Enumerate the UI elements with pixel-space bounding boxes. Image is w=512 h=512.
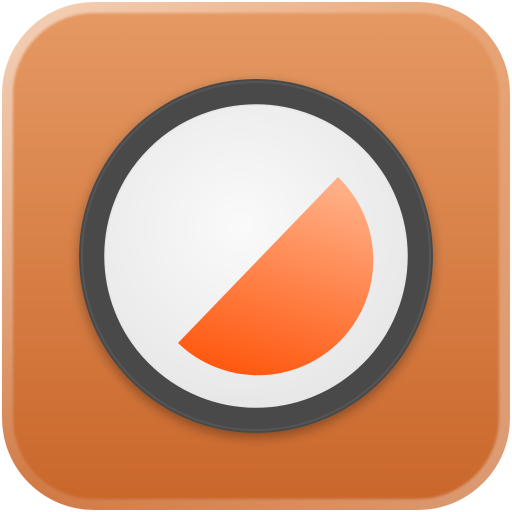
app-icon-canvas — [0, 0, 512, 512]
app-icon[interactable] — [0, 0, 512, 512]
